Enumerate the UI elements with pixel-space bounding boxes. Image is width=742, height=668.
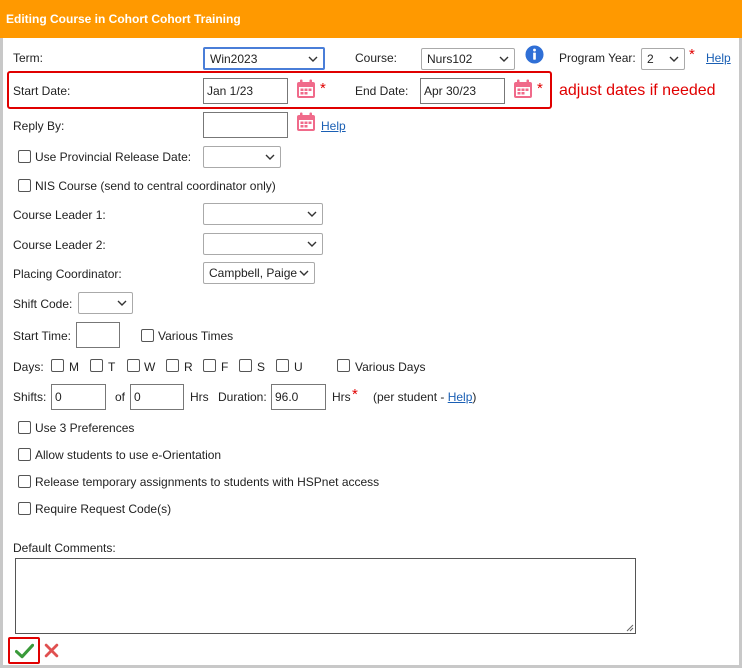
shift-code-label: Shift Code:: [13, 297, 73, 311]
course-leader-2-select[interactable]: [203, 233, 323, 255]
chevron-down-icon: [299, 270, 309, 276]
placing-coordinator-select[interactable]: Campbell, Paige: [203, 262, 315, 284]
end-date-label: End Date:: [355, 84, 409, 98]
use-3-preferences-checkbox[interactable]: [18, 421, 31, 434]
per-student-suffix: ): [472, 390, 477, 404]
program-year-label: Program Year:: [559, 51, 636, 65]
start-date-label: Start Date:: [13, 84, 71, 98]
day-checkbox-u[interactable]: [276, 359, 289, 372]
required-marker: *: [320, 80, 326, 97]
hrs-label-2: Hrs: [332, 390, 351, 404]
resize-grip-icon[interactable]: [626, 624, 634, 632]
checkmark-icon: [15, 643, 34, 659]
program-year-value: 2: [647, 52, 654, 66]
day-checkbox-s[interactable]: [239, 359, 252, 372]
course-leader-1-select[interactable]: [203, 203, 323, 225]
chevron-down-icon: [307, 211, 317, 217]
shift-code-select[interactable]: [78, 292, 133, 314]
day-label-w: W: [144, 360, 156, 374]
help-link[interactable]: Help: [706, 51, 731, 65]
duration-input[interactable]: 96.0: [271, 384, 326, 410]
day-checkbox-t[interactable]: [90, 359, 103, 372]
start-time-label: Start Time:: [13, 329, 72, 343]
day-label-t: T: [108, 360, 116, 374]
course-leader-1-label: Course Leader 1:: [13, 208, 106, 222]
reply-by-input[interactable]: [203, 112, 288, 138]
nis-course-checkbox[interactable]: [18, 179, 31, 192]
e-orientation-checkbox[interactable]: [18, 448, 31, 461]
provincial-release-label: Use Provincial Release Date:: [35, 150, 192, 164]
calendar-icon[interactable]: [513, 79, 533, 99]
days-label: Days:: [13, 360, 44, 374]
course-leader-2-label: Course Leader 2:: [13, 238, 106, 252]
chevron-down-icon: [669, 56, 679, 62]
start-date-input[interactable]: Jan 1/23: [203, 78, 288, 104]
provincial-release-checkbox[interactable]: [18, 150, 31, 163]
help-link[interactable]: Help: [448, 390, 473, 404]
shifts-label: Shifts:: [13, 390, 47, 404]
day-checkbox-m[interactable]: [51, 359, 64, 372]
term-select[interactable]: Win2023: [203, 47, 325, 70]
hrs-label: Hrs: [190, 390, 209, 404]
chevron-down-icon: [307, 241, 317, 247]
chevron-down-icon: [499, 56, 509, 62]
duration-label: Duration:: [218, 390, 267, 404]
calendar-icon[interactable]: [296, 112, 316, 132]
per-student-prefix: (per student -: [373, 390, 445, 404]
shifts-input[interactable]: 0: [51, 384, 106, 410]
default-comments-label: Default Comments:: [13, 541, 116, 555]
day-checkbox-f[interactable]: [203, 359, 216, 372]
provincial-release-select[interactable]: [203, 146, 281, 168]
chevron-down-icon: [265, 154, 275, 160]
term-select-value: Win2023: [210, 52, 258, 66]
placing-coordinator-value: Campbell, Paige: [209, 266, 298, 280]
required-marker: *: [689, 46, 695, 63]
save-button[interactable]: [8, 637, 40, 664]
nis-course-label: NIS Course (send to central coordinator …: [35, 179, 276, 193]
release-temporary-label: Release temporary assignments to student…: [35, 475, 380, 489]
help-link[interactable]: Help: [321, 119, 346, 133]
close-icon[interactable]: [44, 643, 59, 658]
request-code-checkbox[interactable]: [18, 502, 31, 515]
various-days-label: Various Days: [355, 360, 426, 374]
request-code-label: Require Request Code(s): [35, 502, 172, 516]
dialog-title: Editing Course in Cohort Cohort Training: [0, 0, 742, 38]
day-label-f: F: [221, 360, 229, 374]
course-select[interactable]: Nurs102: [421, 48, 515, 70]
course-label: Course:: [355, 51, 398, 65]
day-label-r: R: [184, 360, 193, 374]
day-label-m: M: [69, 360, 79, 374]
start-time-input[interactable]: [76, 322, 120, 348]
term-label: Term:: [13, 51, 43, 65]
required-marker: *: [537, 80, 543, 97]
day-label-s: S: [257, 360, 266, 374]
default-comments-textarea[interactable]: [15, 558, 636, 634]
calendar-icon[interactable]: [296, 79, 316, 99]
course-select-value: Nurs102: [427, 52, 473, 66]
required-marker: *: [352, 386, 358, 403]
release-temporary-checkbox[interactable]: [18, 475, 31, 488]
chevron-down-icon: [117, 300, 127, 306]
chevron-down-icon: [308, 56, 318, 62]
of-label: of: [115, 390, 126, 404]
various-times-label: Various Times: [158, 329, 234, 343]
placing-coordinator-label: Placing Coordinator:: [13, 267, 122, 281]
day-checkbox-w[interactable]: [127, 359, 140, 372]
adjust-dates-note: adjust dates if needed: [559, 82, 716, 99]
end-date-input[interactable]: Apr 30/23: [420, 78, 505, 104]
program-year-select[interactable]: 2: [641, 48, 685, 70]
hours-input[interactable]: 0: [130, 384, 184, 410]
various-times-checkbox[interactable]: [141, 329, 154, 342]
use-3-preferences-label: Use 3 Preferences: [35, 421, 135, 435]
e-orientation-label: Allow students to use e-Orientation: [35, 448, 222, 462]
day-checkbox-r[interactable]: [166, 359, 179, 372]
various-days-checkbox[interactable]: [337, 359, 350, 372]
info-icon[interactable]: [525, 45, 544, 64]
reply-by-label: Reply By:: [13, 119, 65, 133]
day-label-u: U: [294, 360, 303, 374]
